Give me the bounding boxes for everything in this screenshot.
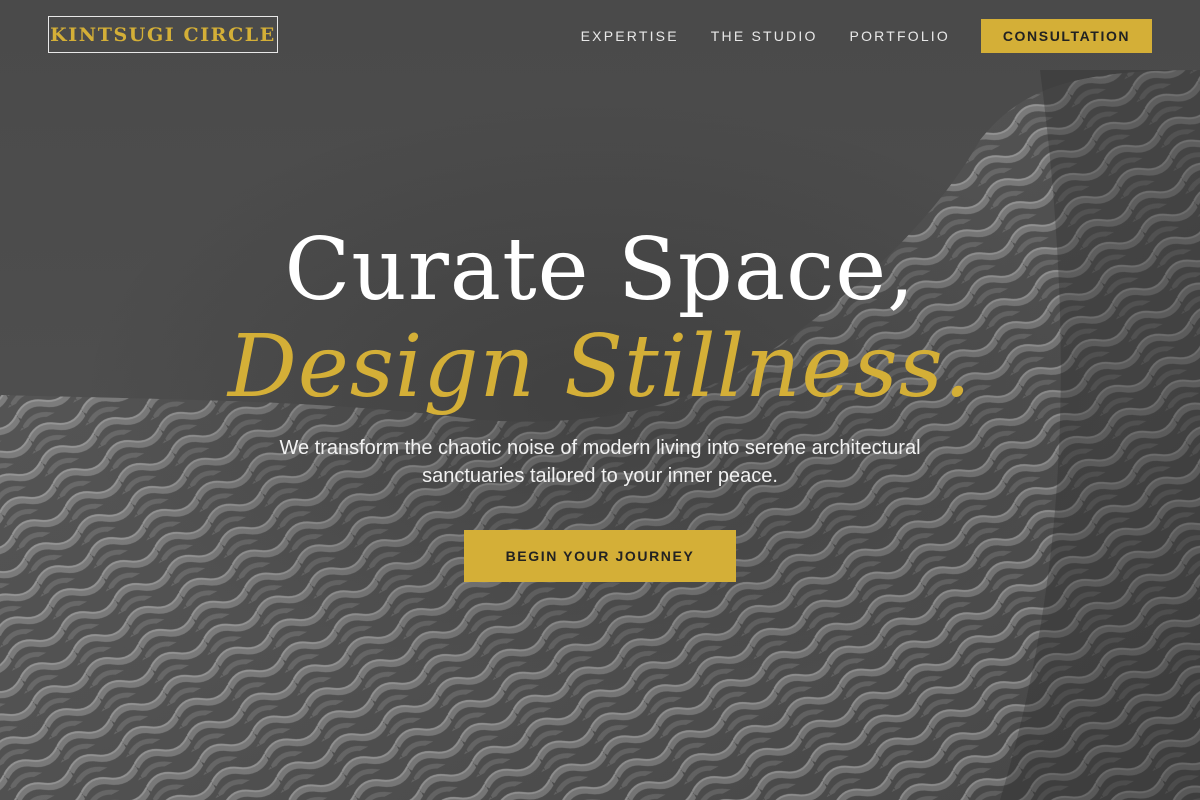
hero-subtitle: We transform the chaotic noise of modern… [279,437,921,487]
brand-logo[interactable]: KINTSUGI CIRCLE [48,16,278,53]
nav-link-the-studio[interactable]: THE STUDIO [711,26,818,46]
nav-links: EXPERTISE THE STUDIO PORTFOLIO [581,26,950,46]
hero-headline-line2: Design Stillness. [227,317,973,417]
top-navigation: KINTSUGI CIRCLE EXPERTISE THE STUDIO POR… [0,0,1200,72]
hero-headline-line1: Curate Space, [284,220,916,320]
consultation-button[interactable]: CONSULTATION [981,19,1152,53]
nav-link-expertise[interactable]: EXPERTISE [581,26,679,46]
brand-name: KINTSUGI CIRCLE [50,23,276,46]
nav-link-portfolio[interactable]: PORTFOLIO [850,26,950,46]
begin-journey-button[interactable]: BEGIN YOUR JOURNEY [464,530,736,582]
